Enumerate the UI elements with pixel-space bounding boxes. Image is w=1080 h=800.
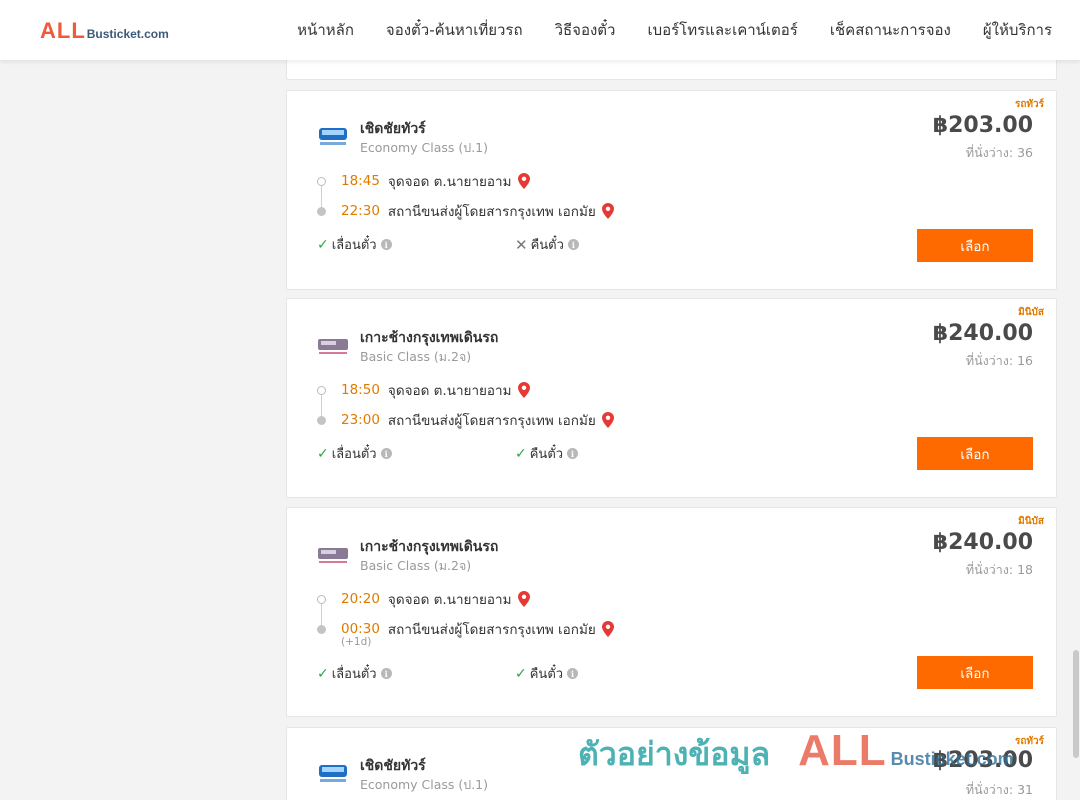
reschedule-policy: ✓ เลื่อนตั๋ว i — [317, 663, 392, 684]
arrival-place: สถานีขนส่งผู้โดยสารกรุงเทพ เอกมัย — [387, 204, 596, 220]
departure-dot — [317, 385, 326, 395]
operator-logo — [318, 339, 348, 354]
reschedule-label: เลื่อนตั๋ว — [331, 667, 377, 682]
info-icon[interactable]: i — [567, 448, 579, 459]
nav-home[interactable]: หน้าหลัก — [297, 18, 354, 42]
refund-label: คืนตั๋ว — [529, 447, 564, 462]
map-pin-icon[interactable] — [517, 382, 530, 398]
info-icon[interactable]: i — [380, 668, 392, 679]
departure-stop: 18:45 จุดจอด ต.นายายอาม — [317, 170, 530, 192]
seats-available: ที่นั่งว่าง: 36 — [965, 145, 1033, 160]
nav-check-booking[interactable]: เช็คสถานะการจอง — [830, 18, 951, 42]
departure-stop: 18:50 จุดจอด ต.นายายอาม — [317, 379, 530, 401]
refund-policy: ✓ คืนตั๋ว i — [515, 443, 579, 464]
operator-name: เชิดชัยทัวร์ — [360, 121, 426, 137]
operator-name: เกาะช้างกรุงเทพเดินรถ — [360, 539, 499, 555]
arrival-dot — [317, 415, 326, 425]
site-logo[interactable]: ALL Busticket.com — [40, 18, 169, 44]
arrival-place: สถานีขนส่งผู้โดยสารกรุงเทพ เอกมัย — [387, 413, 596, 429]
departure-place: จุดจอด ต.นายายอาม — [387, 174, 512, 190]
nav-phone-counters[interactable]: เบอร์โทรและเคาน์เตอร์ — [647, 18, 797, 42]
arrival-stop: 22:30 สถานีขนส่งผู้โดยสารกรุงเทพ เอกมัย — [317, 200, 614, 222]
departure-place: จุดจอด ต.นายายอาม — [387, 383, 512, 399]
info-icon[interactable]: i — [567, 668, 579, 679]
check-icon: ✓ — [317, 445, 329, 462]
next-day-indicator: (+1d) — [341, 636, 372, 648]
refund-label: คืนตั๋ว — [529, 667, 564, 682]
operator-name: เกาะช้างกรุงเทพเดินรถ — [360, 330, 499, 346]
departure-stop: 20:20 จุดจอด ต.นายายอาม — [317, 588, 530, 610]
trip-price: ฿240.00 — [932, 321, 1033, 346]
page-scrollbar[interactable] — [1072, 60, 1080, 800]
reschedule-policy: ✓ เลื่อนตั๋ว i — [317, 443, 392, 464]
operator-logo — [319, 128, 347, 145]
check-icon: ✓ — [317, 665, 329, 682]
departure-time: 18:45 — [341, 173, 380, 189]
check-icon: ✓ — [317, 236, 329, 253]
departure-place: จุดจอด ต.นายายอาม — [387, 592, 512, 608]
trip-card: รถทัวร์ เชิดชัยทัวร์ Economy Class (ป.1)… — [286, 90, 1057, 290]
nav-operators[interactable]: ผู้ให้บริการ — [983, 18, 1052, 42]
departure-time: 20:20 — [341, 591, 380, 607]
departure-time: 18:50 — [341, 382, 380, 398]
departure-dot — [317, 176, 326, 186]
bus-class: Economy Class (ป.1) — [360, 140, 489, 155]
map-pin-icon[interactable] — [601, 203, 614, 219]
arrival-dot — [317, 206, 326, 216]
trip-card: มินิบัส เกาะช้างกรุงเทพเดินรถ Basic Clas… — [286, 298, 1057, 498]
info-icon[interactable]: i — [380, 239, 392, 250]
map-pin-icon[interactable] — [517, 173, 530, 189]
trip-price: ฿203.00 — [932, 748, 1033, 773]
info-icon[interactable]: i — [567, 239, 579, 250]
trip-price: ฿203.00 — [932, 113, 1033, 138]
bus-type-badge: รถทัวร์ — [1014, 99, 1044, 110]
trip-card: มินิบัส เกาะช้างกรุงเทพเดินรถ Basic Clas… — [286, 507, 1057, 717]
arrival-stop: 23:00 สถานีขนส่งผู้โดยสารกรุงเทพ เอกมัย — [317, 409, 614, 431]
reschedule-label: เลื่อนตั๋ว — [331, 447, 377, 462]
check-icon: ✓ — [515, 445, 527, 462]
trip-price: ฿240.00 — [932, 530, 1033, 555]
select-trip-button[interactable]: เลือก — [917, 437, 1033, 470]
bus-class: Basic Class (ม.2จ) — [360, 558, 472, 573]
arrival-time: 23:00 — [341, 412, 380, 428]
map-pin-icon[interactable] — [601, 412, 614, 428]
departure-dot — [317, 594, 326, 604]
scrollbar-thumb[interactable] — [1073, 650, 1079, 758]
trip-card-partial — [286, 58, 1057, 80]
refund-label: คืนตั๋ว — [530, 238, 564, 253]
check-icon: ✓ — [515, 665, 527, 682]
bus-class: Basic Class (ม.2จ) — [360, 349, 472, 364]
bus-type-badge: มินิบัส — [1018, 516, 1044, 527]
cross-icon: ✕ — [515, 235, 528, 254]
logo-domain-text: Busticket.com — [86, 27, 169, 41]
seats-available: ที่นั่งว่าง: 16 — [965, 353, 1033, 368]
main-nav: หน้าหลัก จองตั๋ว-ค้นหาเที่ยวรถ วิธีจองตั… — [265, 0, 1052, 60]
reschedule-policy: ✓ เลื่อนตั๋ว i — [317, 234, 392, 255]
operator-logo — [319, 765, 347, 782]
bus-class: Economy Class (ป.1) — [360, 777, 489, 792]
seats-available: ที่นั่งว่าง: 31 — [965, 782, 1033, 797]
reschedule-label: เลื่อนตั๋ว — [331, 238, 377, 253]
bus-type-badge: มินิบัส — [1018, 307, 1044, 318]
nav-how-to-book[interactable]: วิธีจองตั๋ว — [555, 18, 616, 42]
seats-available: ที่นั่งว่าง: 18 — [965, 562, 1033, 577]
trip-card: รถทัวร์ เชิดชัยทัวร์ Economy Class (ป.1)… — [286, 727, 1057, 800]
operator-logo — [318, 548, 348, 563]
arrival-dot — [317, 624, 326, 634]
map-pin-icon[interactable] — [517, 591, 530, 607]
refund-policy: ✕ คืนตั๋ว i — [515, 234, 579, 255]
select-trip-button[interactable]: เลือก — [917, 229, 1033, 262]
arrival-time: 00:30 — [341, 621, 380, 637]
arrival-time: 22:30 — [341, 203, 380, 219]
arrival-place: สถานีขนส่งผู้โดยสารกรุงเทพ เอกมัย — [387, 622, 596, 638]
map-pin-icon[interactable] — [601, 621, 614, 637]
operator-name: เชิดชัยทัวร์ — [360, 758, 426, 774]
bus-type-badge: รถทัวร์ — [1014, 736, 1044, 747]
select-trip-button[interactable]: เลือก — [917, 656, 1033, 689]
refund-policy: ✓ คืนตั๋ว i — [515, 663, 579, 684]
info-icon[interactable]: i — [380, 448, 392, 459]
nav-book-search[interactable]: จองตั๋ว-ค้นหาเที่ยวรถ — [386, 18, 523, 42]
logo-all-text: ALL — [40, 18, 86, 43]
top-header: ALL Busticket.com หน้าหลัก จองตั๋ว-ค้นหา… — [0, 0, 1080, 60]
